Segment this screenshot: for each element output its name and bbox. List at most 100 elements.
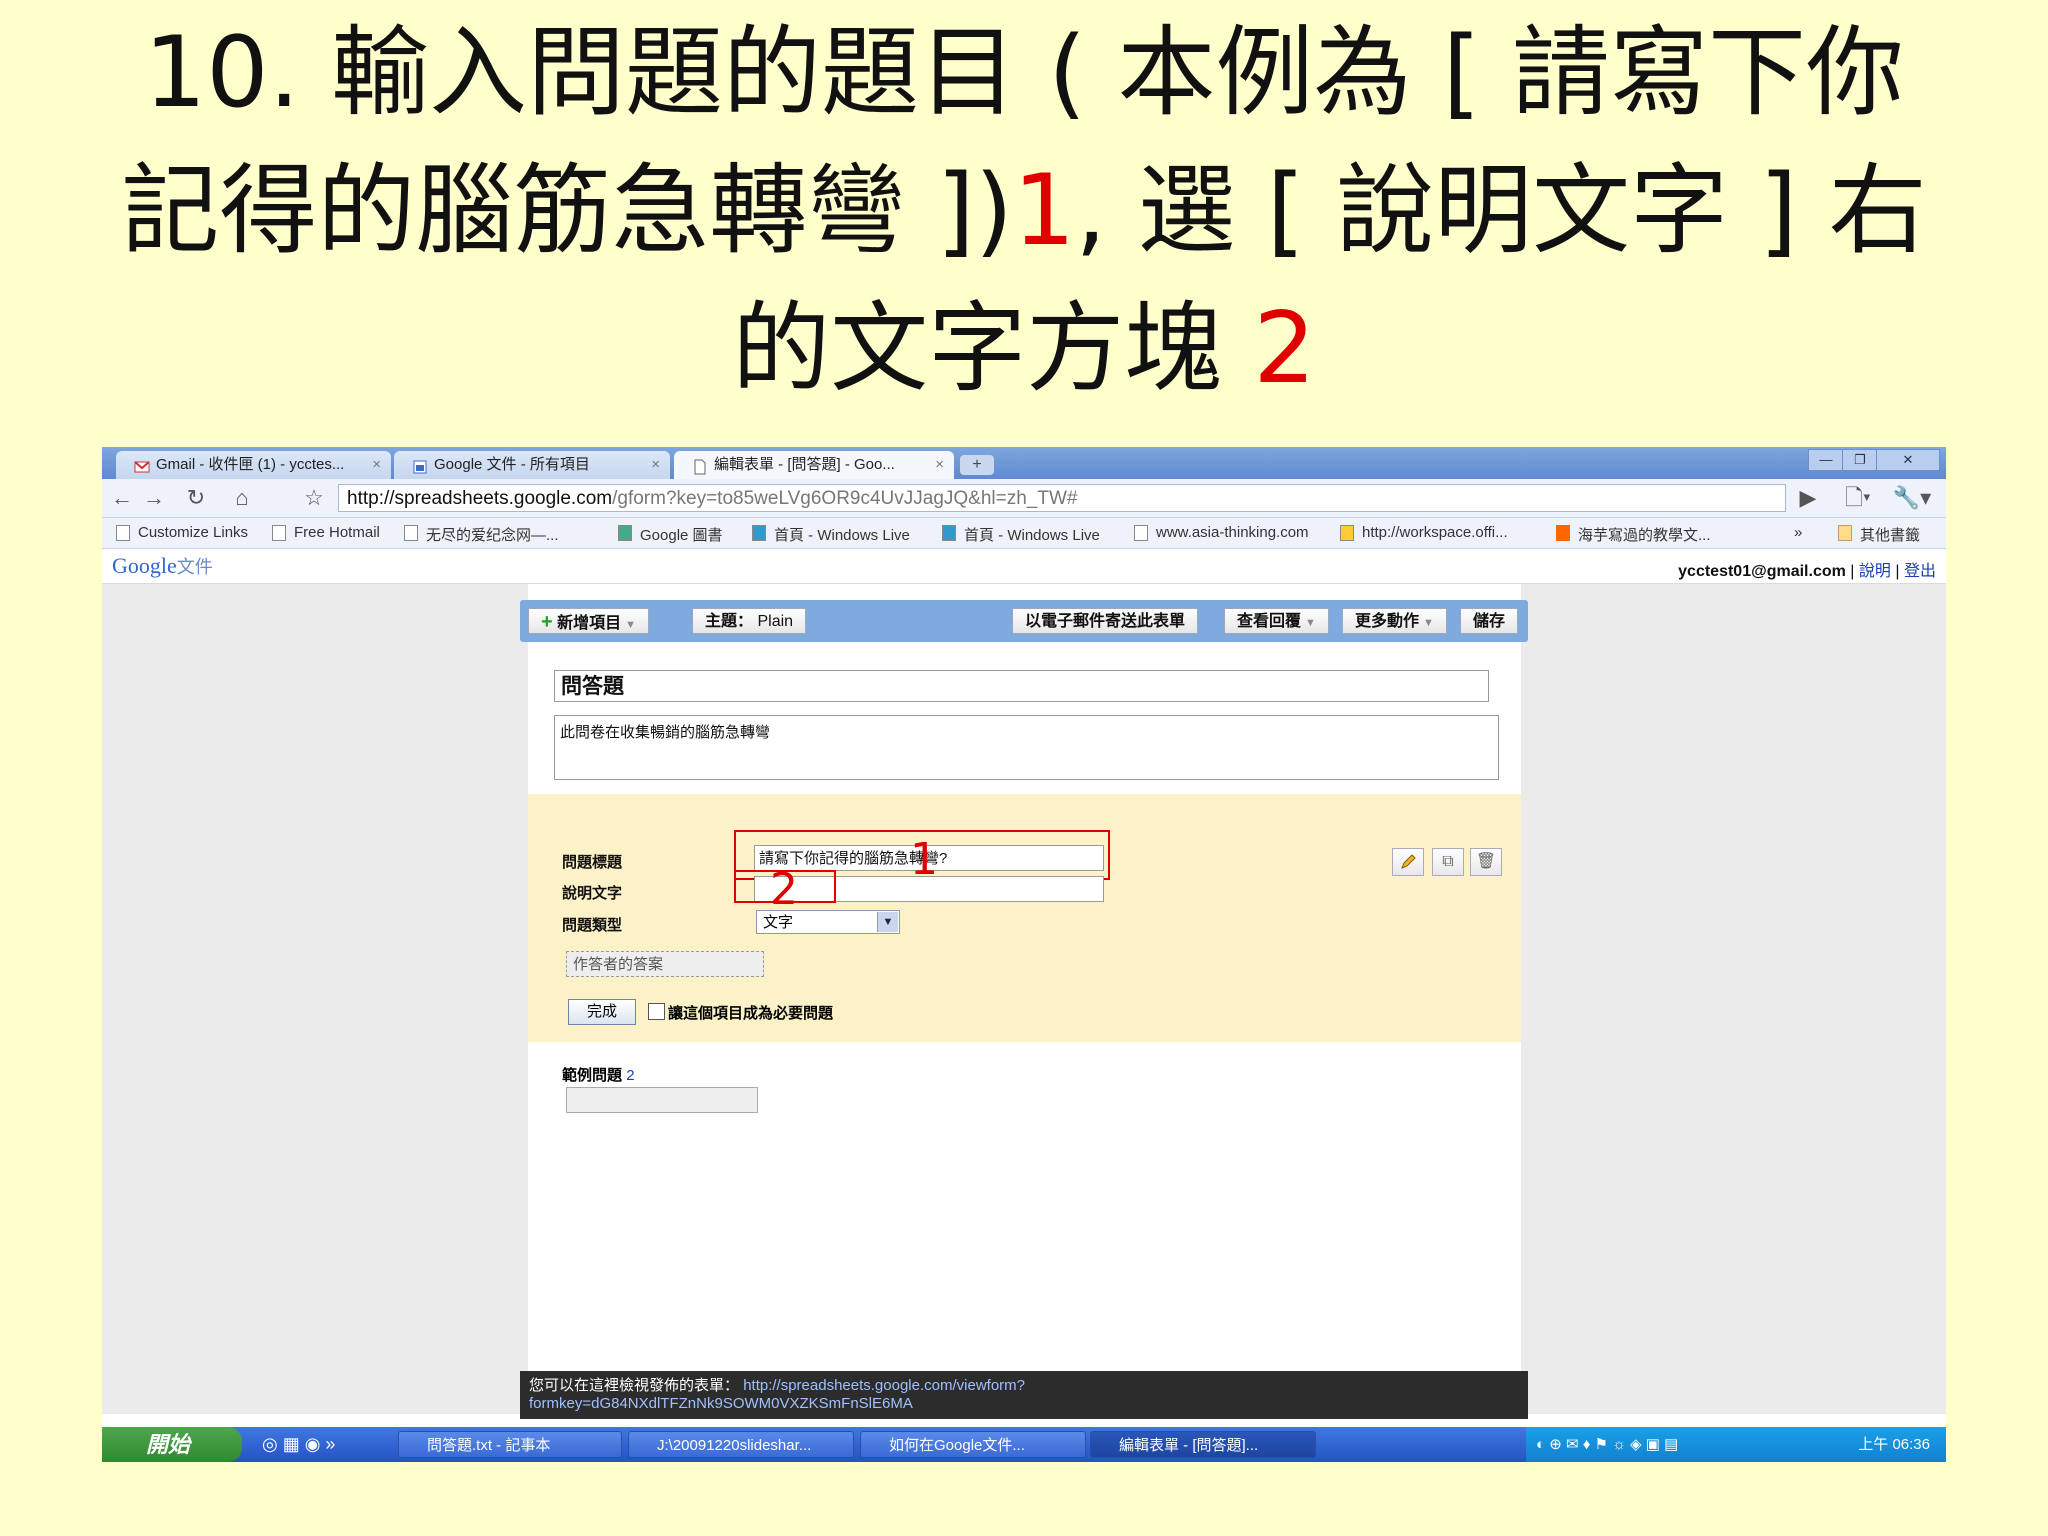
- office-icon: [1340, 525, 1354, 541]
- restore-icon[interactable]: ❐: [1842, 449, 1878, 471]
- button-label: 新增項目: [557, 615, 622, 632]
- bookmark-item[interactable]: Google 圖書: [618, 524, 723, 545]
- chevron-down-icon: ▼: [877, 912, 898, 932]
- published-link-cont[interactable]: formkey=dG84NXdlTFZnNk9SOWM0VXZKSmFnSlE6…: [529, 1395, 1519, 1413]
- chevron-down-icon: ▼: [1305, 617, 1316, 629]
- logout-link[interactable]: 登出: [1904, 563, 1936, 580]
- docs-header: Google文件 ycctest01@gmail.com | 說明 | 登出: [102, 549, 1946, 584]
- marker-2: 2: [770, 864, 798, 915]
- bookmark-label: Customize Links: [138, 524, 249, 541]
- tab-edit-form[interactable]: 編輯表單 - [問答題] - Goo... ×: [674, 451, 954, 479]
- bookmark-item[interactable]: www.asia-thinking.com: [1134, 524, 1309, 541]
- windows-live-icon: [942, 525, 956, 541]
- bookmark-label: Google 圖書: [640, 527, 723, 544]
- form-description-input[interactable]: 此問卷在收集暢銷的腦筋急轉彎: [554, 715, 1499, 780]
- close-icon[interactable]: ×: [935, 451, 944, 479]
- taskbar-item-folder[interactable]: J:\20091220slideshar...: [628, 1431, 854, 1458]
- separator: |: [1895, 563, 1900, 580]
- tray-icons[interactable]: ◐ ⊕ ✉ ♦ ⚑ ☼ ◈ ▣ ▤: [1536, 1427, 1678, 1462]
- taskbar-item-chrome[interactable]: 編輯表單 - [問答題]...: [1090, 1431, 1316, 1458]
- view-responses-button[interactable]: 查看回覆 ▼: [1224, 608, 1329, 634]
- question-type-select[interactable]: 文字 ▼: [756, 910, 900, 934]
- tab-gmail[interactable]: Gmail - 收件匣 (1) - ycctes... ×: [116, 451, 391, 479]
- bookmark-label: 无尽的爱纪念网—...: [426, 527, 559, 544]
- done-button[interactable]: 完成: [568, 999, 636, 1025]
- page-icon: [404, 525, 418, 541]
- back-icon[interactable]: ←: [110, 486, 134, 510]
- quick-launch-icons[interactable]: ◎ ▦ ◉ »: [262, 1434, 335, 1455]
- close-icon[interactable]: ×: [372, 451, 381, 479]
- windows-taskbar: 開始 ◎ ▦ ◉ » 問答題.txt - 記事本 J:\20091220slid…: [102, 1427, 1946, 1462]
- title-line-1: 10. 輸入問題的題目 ( 本例為 [ 請寫下你: [143, 16, 1905, 130]
- more-actions-button[interactable]: 更多動作 ▼: [1342, 608, 1447, 634]
- windows-live-icon: [752, 525, 766, 541]
- user-bar: ycctest01@gmail.com | 說明 | 登出: [1678, 557, 1936, 581]
- close-icon[interactable]: ×: [651, 451, 660, 479]
- home-icon[interactable]: ⌂: [230, 486, 254, 510]
- bookmark-item[interactable]: 海芋寫過的教學文...: [1556, 524, 1711, 545]
- tab-google-docs[interactable]: Google 文件 - 所有項目 ×: [394, 451, 670, 479]
- required-checkbox[interactable]: [648, 1003, 665, 1020]
- bookmark-label: 海芋寫過的教學文...: [1578, 527, 1711, 544]
- banner-text: 您可以在這裡檢視發佈的表單：: [529, 1377, 740, 1394]
- bookmark-item[interactable]: Customize Links: [116, 524, 248, 541]
- save-button[interactable]: 儲存: [1460, 608, 1519, 634]
- page-icon: [272, 525, 286, 541]
- bookmark-label: Free Hotmail: [294, 524, 380, 541]
- bookmark-folder[interactable]: 其他書籤: [1838, 524, 1920, 545]
- required-label: 讓這個項目成為必要問題: [668, 1005, 834, 1022]
- browser-toolbar: ← → ↻ ⌂ ☆ http://spreadsheets.google.com…: [102, 479, 1946, 518]
- go-icon[interactable]: ▶: [1796, 486, 1820, 510]
- wrench-icon[interactable]: 🔧▾: [1892, 486, 1932, 510]
- help-link[interactable]: 說明: [1859, 563, 1891, 580]
- bookmarks-overflow-button[interactable]: »: [1794, 524, 1802, 541]
- form-title-input[interactable]: 問答題: [554, 670, 1489, 702]
- start-button[interactable]: 開始: [102, 1427, 242, 1462]
- star-icon[interactable]: ☆: [302, 486, 326, 510]
- published-form-banner: 您可以在這裡檢視發佈的表單： http://spreadsheets.googl…: [520, 1371, 1528, 1419]
- q2-number: 2: [626, 1067, 635, 1084]
- page-icon: [116, 525, 130, 541]
- question-2-preview-input: [566, 1087, 758, 1113]
- system-tray: ◐ ⊕ ✉ ♦ ⚑ ☼ ◈ ▣ ▤ 上午 06:36: [1526, 1427, 1946, 1462]
- published-link[interactable]: http://spreadsheets.google.com/viewform?: [743, 1377, 1025, 1394]
- email-form-button[interactable]: 以電子郵件寄送此表單: [1012, 608, 1199, 634]
- theme-value: Plain: [757, 613, 794, 630]
- minimize-icon[interactable]: —: [1808, 449, 1844, 471]
- title-marker-2: 2: [1253, 292, 1316, 406]
- forward-icon[interactable]: →: [142, 486, 166, 510]
- taskbar-item-doc[interactable]: 如何在Google文件...: [860, 1431, 1086, 1458]
- url-path: /gform?key=to85weLVg6OR9c4UvJJagJQ&hl=zh…: [612, 488, 1078, 509]
- docs-icon: [412, 457, 428, 474]
- user-email: ycctest01@gmail.com: [1678, 563, 1846, 580]
- bookmark-item[interactable]: 无尽的爱纪念网—...: [404, 524, 559, 545]
- page-menu-icon[interactable]: 🗋▾: [1838, 486, 1878, 510]
- question-2-label: 範例問題 2: [562, 1064, 635, 1085]
- select-value: 文字: [763, 914, 794, 931]
- bookmark-label: http://workspace.offi...: [1362, 524, 1508, 541]
- pencil-icon[interactable]: [1392, 848, 1424, 876]
- bookmark-label: 首頁 - Windows Live: [964, 527, 1100, 544]
- bookmark-item[interactable]: 首頁 - Windows Live: [752, 524, 910, 545]
- taskbar-item-notepad[interactable]: 問答題.txt - 記事本: [398, 1431, 622, 1458]
- separator: |: [1850, 563, 1855, 580]
- add-item-button[interactable]: + 新增項目 ▼: [528, 608, 650, 634]
- bookmark-item[interactable]: 首頁 - Windows Live: [942, 524, 1100, 545]
- duplicate-icon[interactable]: ⧉: [1432, 848, 1464, 876]
- bookmark-label: 其他書籤: [1860, 527, 1921, 544]
- title-marker-1: 1: [1012, 154, 1076, 268]
- folder-icon: [1838, 525, 1852, 541]
- answer-preview: 作答者的答案: [566, 951, 764, 977]
- chevron-down-icon: ▼: [625, 619, 637, 631]
- address-bar[interactable]: http://spreadsheets.google.com/gform?key…: [338, 484, 1786, 512]
- trash-icon[interactable]: 🗑: [1470, 848, 1502, 876]
- reload-icon[interactable]: ↻: [184, 486, 208, 510]
- theme-button[interactable]: 主題： Plain: [692, 608, 807, 634]
- new-tab-button[interactable]: +: [960, 455, 994, 475]
- google-docs-logo[interactable]: Google文件: [112, 553, 213, 579]
- bookmark-item[interactable]: http://workspace.offi...: [1340, 524, 1508, 541]
- gmail-icon: [134, 457, 150, 473]
- title-line-2-text-b: , 選 [ 說明文字 ] 右: [1075, 154, 1927, 268]
- window-close-icon[interactable]: ✕: [1876, 449, 1940, 471]
- bookmark-item[interactable]: Free Hotmail: [272, 524, 380, 541]
